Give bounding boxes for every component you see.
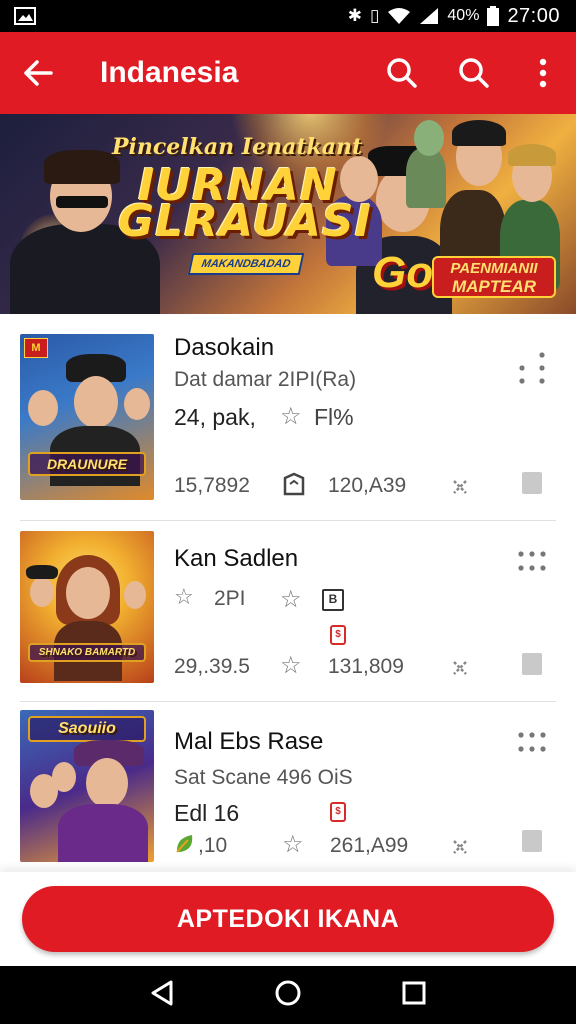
game-thumbnail: SHNAKO BAMARTD — [20, 531, 154, 683]
game-list-item[interactable]: SHNAKO BAMARTD Kan Sadlen ☆ 2PI ☆ B $ 29… — [0, 521, 576, 702]
game-thumbnail: Saouiio — [20, 710, 154, 862]
overflow-menu-button[interactable] — [510, 32, 576, 114]
star-outline-icon: ☆ — [174, 585, 194, 610]
stat-downloads: ,10 — [198, 834, 228, 857]
red-tag-icon: $ — [330, 802, 346, 822]
leaf-icon — [176, 835, 193, 853]
game-info-suffix: Fl% — [314, 404, 354, 430]
game-subtitle: Dat damar 2IPI(Ra) — [174, 368, 357, 391]
thumbnail-label: Saouiio — [28, 716, 146, 742]
star-outline-icon: ☆ — [280, 402, 302, 430]
shuffle-icon — [453, 840, 467, 854]
banner-badge: PAENMIANII MAPTEAR — [432, 256, 556, 298]
page-title: Indanesia — [100, 56, 239, 89]
item-menu-button[interactable] — [512, 348, 552, 388]
arrow-left-icon — [24, 60, 53, 86]
stat-rating-count: 261,A99 — [330, 834, 409, 857]
banner-badge-line1: PAENMIANII — [450, 260, 538, 277]
promo-banner[interactable]: Pincelkan Ienatkant IURNAN GLRAUASI MAKA… — [0, 114, 576, 314]
battery-icon — [487, 6, 500, 26]
shield-icon — [283, 472, 305, 496]
nav-home-button[interactable] — [274, 979, 302, 1012]
app-bar: Indanesia — [0, 32, 576, 114]
item-menu-button[interactable] — [512, 541, 552, 581]
system-nav-bar — [0, 966, 576, 1024]
stat-rating-count: 120,A39 — [328, 474, 407, 497]
back-button[interactable] — [0, 32, 76, 114]
primary-cta-button[interactable]: APTEDOKI IKANA — [22, 886, 554, 952]
more-dots-icon — [518, 551, 546, 571]
status-bar: ✱ ▯ 40% 27:00 — [0, 0, 576, 32]
game-list-item[interactable]: Saouiio Mal Ebs Rase Sat Scane 496 OiS E… — [0, 702, 576, 872]
banner-subtitle: Pincelkan Ienatkant — [112, 134, 363, 160]
banner-go-text: Go — [372, 248, 434, 297]
search-icon — [459, 58, 489, 88]
game-thumbnail: M DRAUNURE — [20, 334, 154, 500]
bluetooth-icon: ✱ — [347, 6, 363, 26]
game-title: Mal Ebs Rase — [174, 728, 324, 755]
triangle-back-icon — [151, 980, 173, 1005]
game-subtitle: 2PI — [214, 587, 246, 610]
bottom-action-area: APTEDOKI IKANA — [0, 872, 576, 966]
book-icon: B — [322, 589, 344, 611]
nav-back-button[interactable] — [149, 979, 175, 1012]
item-menu-button[interactable] — [512, 722, 552, 762]
search-button[interactable] — [366, 32, 438, 114]
install-placeholder[interactable] — [522, 653, 542, 675]
circle-home-icon — [275, 980, 301, 1005]
game-info: Edl 16 — [174, 800, 240, 826]
banner-badge-line2: MAPTEAR — [451, 277, 537, 296]
game-info: 24, pak, — [174, 404, 256, 430]
game-list-item[interactable]: M DRAUNURE Dasokain Dat damar 2IPI(Ra) 2… — [0, 314, 576, 521]
more-dots-icon — [519, 352, 545, 384]
shuffle-icon — [453, 661, 467, 675]
vibrate-icon: ▯ — [370, 6, 380, 26]
star-outline-icon: ☆ — [282, 830, 304, 858]
search-icon — [387, 58, 417, 88]
thumbnail-label: SHNAKO BAMARTD — [28, 643, 146, 662]
more-dots-icon — [518, 732, 546, 752]
star-outline-icon: ☆ — [280, 585, 302, 613]
star-outline-icon: ☆ — [280, 651, 302, 679]
install-placeholder[interactable] — [522, 472, 542, 494]
gallery-notification-icon — [14, 7, 36, 25]
shuffle-icon — [453, 480, 467, 494]
battery-percent: 40% — [447, 7, 480, 24]
red-tag-icon: $ — [330, 625, 346, 645]
square-recents-icon — [402, 981, 426, 1004]
search-button-secondary[interactable] — [438, 32, 510, 114]
game-title: Kan Sadlen — [174, 545, 299, 572]
banner-tag: MAKANDBADAD — [187, 253, 305, 275]
wifi-icon — [388, 8, 411, 24]
game-title: Dasokain — [174, 334, 275, 361]
status-time: 27:00 — [507, 4, 560, 27]
banner-title-line2: GLRAUASI — [118, 196, 372, 247]
game-subtitle: Sat Scane 496 OiS — [174, 766, 353, 789]
stat-downloads: 15,7892 — [174, 474, 250, 497]
install-placeholder[interactable] — [522, 830, 542, 852]
stat-rating-count: 131,809 — [328, 655, 404, 678]
more-vert-icon — [539, 58, 547, 88]
signal-icon — [420, 8, 439, 24]
stat-downloads: 29,.39.5 — [174, 655, 250, 678]
thumbnail-label: DRAUNURE — [28, 452, 146, 476]
nav-recents-button[interactable] — [401, 980, 427, 1011]
